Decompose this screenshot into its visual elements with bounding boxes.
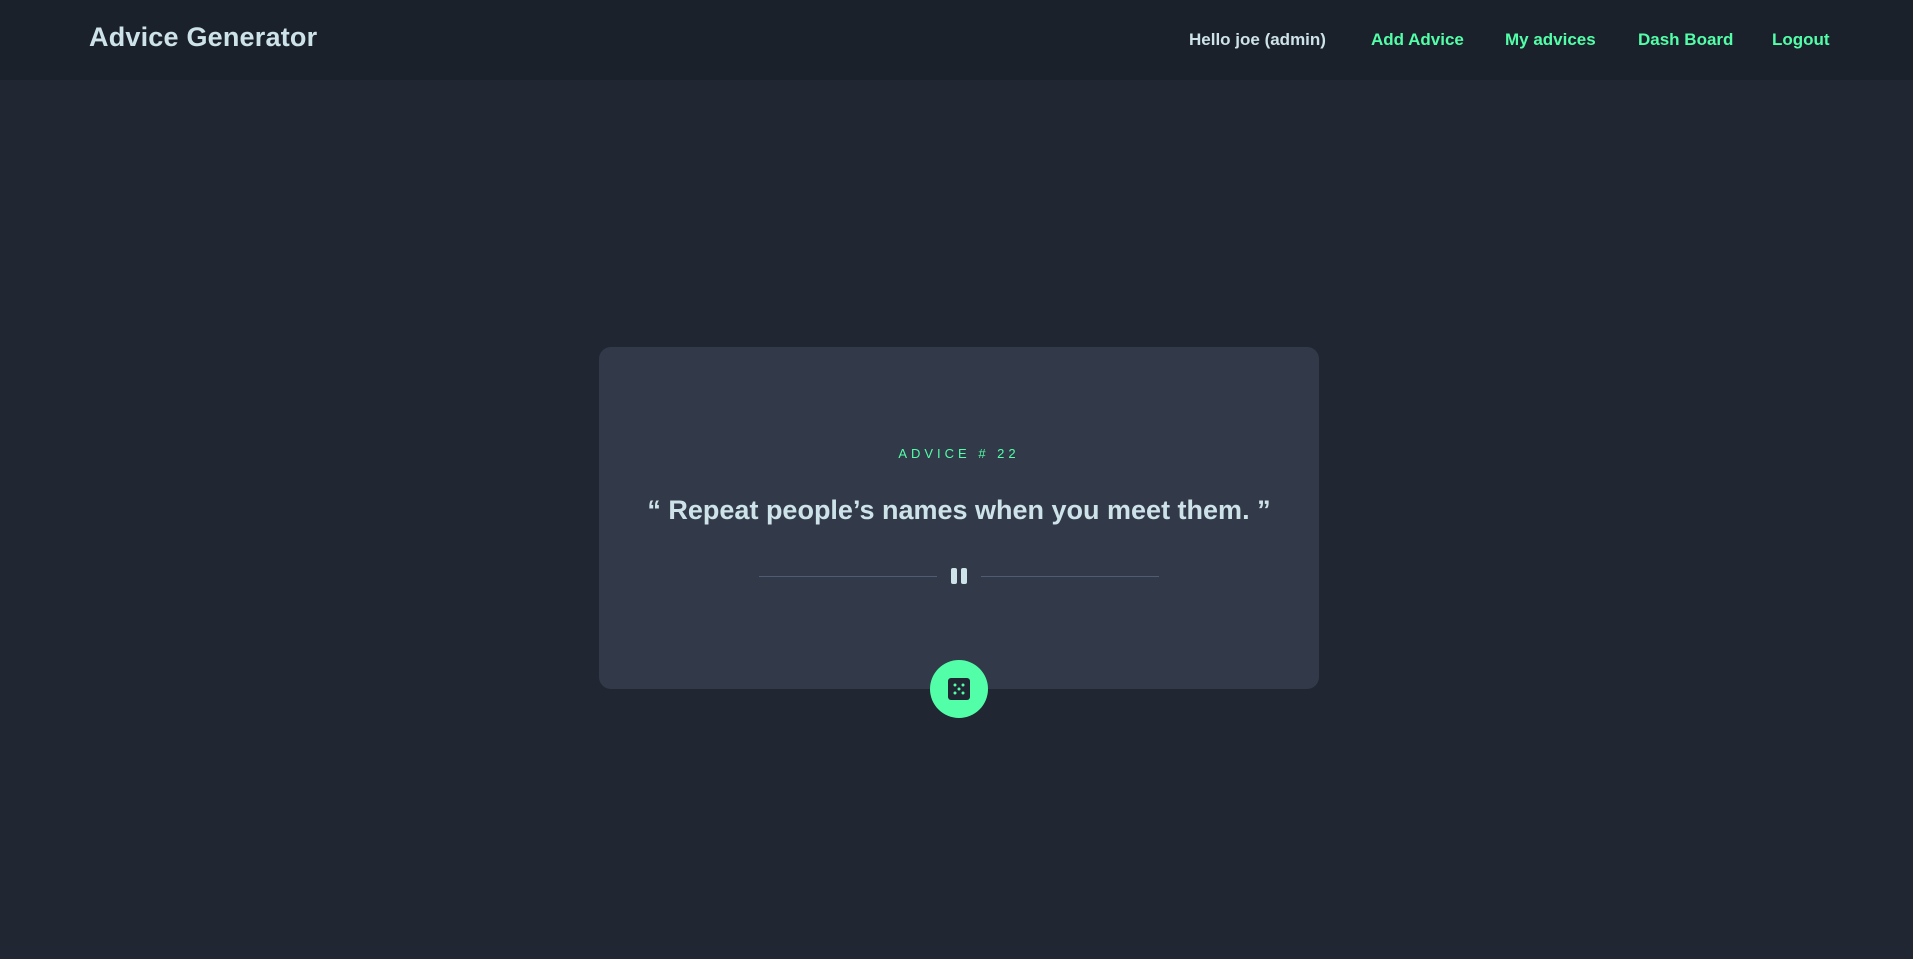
- advice-quote: “ Repeat people’s names when you meet th…: [647, 495, 1271, 525]
- pattern-divider: [759, 567, 1159, 585]
- nav-link-my-advices[interactable]: My advices: [1505, 28, 1596, 52]
- divider-line-left: [759, 576, 937, 577]
- navbar: Advice Generator Hello joe (admin) Add A…: [0, 0, 1913, 80]
- nav-link-dashboard[interactable]: Dash Board: [1638, 28, 1733, 52]
- nav-links: Hello joe (admin) Add Advice My advices …: [0, 28, 1913, 52]
- nav-link-logout[interactable]: Logout: [1772, 28, 1830, 52]
- advice-id-label: ADVICE # 22: [898, 446, 1020, 461]
- nav-link-add-advice[interactable]: Add Advice: [1371, 28, 1464, 52]
- dice-icon: [948, 678, 970, 700]
- advice-card: ADVICE # 22 “ Repeat people’s names when…: [599, 347, 1319, 689]
- user-greeting: Hello joe (admin): [1189, 30, 1326, 49]
- divider-line-right: [981, 576, 1159, 577]
- new-advice-dice-button[interactable]: [930, 660, 988, 718]
- pause-icon: [949, 567, 969, 585]
